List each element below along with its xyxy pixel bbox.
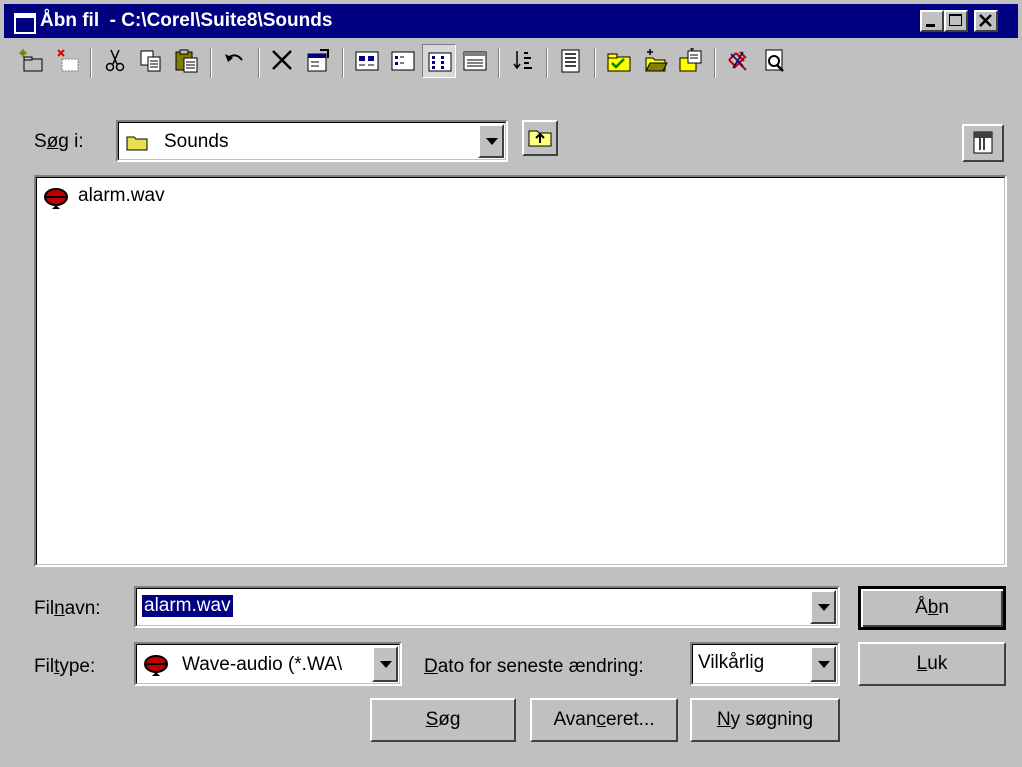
window-icon	[14, 13, 36, 34]
filename-input[interactable]: alarm.wav	[134, 586, 840, 628]
network-button[interactable]	[722, 44, 756, 78]
large-icons-view-button[interactable]	[350, 44, 384, 78]
sort-icon	[513, 51, 532, 70]
delete-icon	[272, 50, 292, 70]
filename-value: alarm.wav	[142, 595, 233, 617]
undo-icon	[225, 54, 243, 62]
toolbar-separator	[210, 48, 212, 78]
details-view-button[interactable]	[458, 44, 492, 78]
toolbar-separator	[258, 48, 260, 78]
wave-audio-icon	[44, 188, 68, 209]
sort-button[interactable]	[506, 44, 540, 78]
window-title: Åbn fil - C:\Corel\Suite8\Sounds	[40, 10, 333, 31]
undo-button[interactable]	[218, 44, 252, 78]
close-icon	[979, 14, 992, 27]
delete-button[interactable]	[266, 44, 300, 78]
look-in-value: Sounds	[164, 131, 229, 152]
title-bar[interactable]: Åbn fil - C:\Corel\Suite8\Sounds	[4, 4, 1018, 38]
close-button[interactable]: Luk	[858, 642, 1006, 686]
toolbar-separator	[90, 48, 92, 78]
open-favorites-button[interactable]	[674, 44, 708, 78]
tools-icon	[973, 131, 993, 154]
look-in-dropdown[interactable]: Sounds	[116, 120, 508, 162]
folder-icon	[126, 136, 148, 151]
properties-button[interactable]	[302, 44, 336, 78]
cut-button[interactable]	[98, 44, 132, 78]
look-in-dropdown-button[interactable]	[478, 124, 504, 158]
open-button[interactable]: Åbn	[858, 586, 1006, 630]
network-icon	[728, 51, 747, 71]
new-search-button[interactable]: Ny søgning	[690, 698, 840, 742]
toolbar	[4, 40, 1018, 92]
quick-view-icon	[765, 49, 784, 72]
filename-dropdown-button[interactable]	[810, 590, 836, 624]
preview-icon	[561, 49, 580, 73]
paste-icon	[175, 49, 198, 73]
tools-button[interactable]	[962, 124, 1004, 162]
copy-button[interactable]	[134, 44, 168, 78]
up-folder-icon	[528, 130, 552, 147]
small-icons-view-icon	[391, 51, 415, 71]
wave-audio-icon	[144, 655, 168, 676]
new-folder-button[interactable]	[14, 44, 48, 78]
paste-button[interactable]	[170, 44, 204, 78]
open-favorites-icon	[679, 48, 702, 72]
filetype-value: Wave-audio (*.WA\	[182, 654, 343, 675]
list-view-button[interactable]	[422, 44, 456, 78]
date-filter-label: Dato for seneste ændring:	[424, 656, 644, 677]
delete-folder-button[interactable]	[50, 44, 84, 78]
properties-icon	[307, 49, 329, 72]
maximize-icon	[949, 14, 962, 26]
large-icons-view-icon	[355, 51, 379, 71]
list-item[interactable]: alarm.wav	[42, 185, 165, 209]
toolbar-separator	[594, 48, 596, 78]
up-one-level-button[interactable]	[522, 120, 558, 156]
date-filter-value: Vilkårlig	[698, 652, 765, 673]
toolbar-separator	[714, 48, 716, 78]
minimize-button[interactable]	[920, 10, 944, 32]
date-filter-dropdown-button[interactable]	[810, 646, 836, 682]
list-view-icon	[428, 52, 452, 72]
new-folder-icon	[19, 49, 43, 72]
file-list[interactable]: alarm.wav	[34, 175, 1007, 567]
toolbar-separator	[546, 48, 548, 78]
maximize-button[interactable]	[944, 10, 968, 32]
favorites-button[interactable]	[602, 44, 636, 78]
minimize-icon	[926, 24, 935, 27]
advanced-button[interactable]: Avanceret...	[530, 698, 678, 742]
search-button[interactable]: Søg	[370, 698, 516, 742]
cut-icon	[105, 49, 125, 72]
toolbar-separator	[342, 48, 344, 78]
details-view-icon	[463, 51, 487, 71]
preview-button[interactable]	[554, 44, 588, 78]
file-name: alarm.wav	[78, 185, 165, 206]
toolbar-separator	[498, 48, 500, 78]
delete-folder-icon	[57, 49, 79, 72]
close-window-button[interactable]	[974, 10, 998, 32]
add-to-favorites-icon	[645, 49, 668, 72]
filetype-dropdown-button[interactable]	[372, 646, 398, 682]
look-in-label: Søg i:	[34, 131, 84, 152]
filetype-label: Filtype:	[34, 656, 96, 677]
add-to-favorites-button[interactable]	[638, 44, 672, 78]
copy-icon	[140, 50, 161, 72]
filename-label: Filnavn:	[34, 598, 101, 619]
small-icons-view-button[interactable]	[386, 44, 420, 78]
date-filter-dropdown[interactable]: Vilkårlig	[690, 642, 840, 686]
quick-view-button[interactable]	[758, 44, 792, 78]
filetype-dropdown[interactable]: Wave-audio (*.WA\	[134, 642, 402, 686]
favorites-icon	[607, 53, 631, 72]
